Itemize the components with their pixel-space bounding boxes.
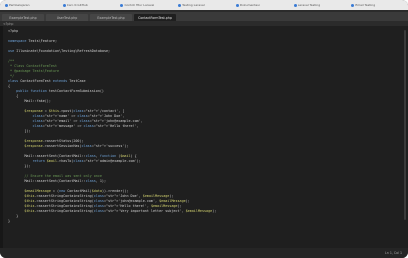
code-line: use Illuminate\Foundation\Testing\Refres…: [8, 49, 111, 53]
editor-tab[interactable]: ExampleTest.php: [2, 14, 44, 21]
tab-favicon-icon: [235, 3, 239, 7]
code-line: namespace Tests\Feature;: [8, 39, 57, 43]
browser-tab[interactable]: Contoh fitur Laravel: [118, 2, 174, 9]
code-line: $this->assertStringContainsString(class=…: [24, 209, 217, 213]
code-line: class="str">'email' => class="str">'john…: [32, 119, 143, 123]
editor-tab[interactable]: ExampleTest.php: [90, 14, 132, 21]
code-line: /**: [8, 59, 15, 63]
tab-favicon-icon: [5, 3, 8, 7]
line-gutter: [0, 26, 3, 248]
browser-tab[interactable]: Dokumentasi: [234, 2, 290, 9]
browser-tab-strip: Pembelajaran Cari di GitHub Contoh fitur…: [0, 0, 408, 10]
browser-tab[interactable]: Laravel Testing: [292, 2, 348, 9]
editor-tab-strip: ExampleTest.php UserTest.php ExampleTest…: [0, 12, 408, 21]
code-line: $response->assertSessionHas(class="str">…: [24, 144, 129, 148]
status-bar: Ln 1, Col 1: [0, 248, 408, 258]
code-line: */: [8, 74, 15, 78]
tab-favicon-icon: [351, 3, 355, 7]
vertical-scrollbar[interactable]: [404, 30, 406, 220]
code-line: $this->assertStringContainsString(class=…: [24, 194, 174, 198]
window: Pembelajaran Cari di GitHub Contoh fitur…: [0, 0, 408, 258]
code-line: // Ensure the email was sent only once: [8, 174, 102, 178]
code-line: $emailMessage = (new ContactMail($data))…: [24, 189, 129, 193]
code-line: return $mail->hasTo(class="str">'admin@e…: [32, 159, 141, 163]
code-line: }: [8, 214, 19, 218]
code-line: $this->assertStringContainsString(class=…: [24, 204, 182, 208]
cursor-position: Ln 1, Col 1: [385, 251, 402, 255]
code-line: {: [8, 94, 19, 98]
code-editor[interactable]: <?php namespace Tests\Feature; use Illumin…: [0, 26, 408, 248]
code-line: Mail::assertSent(ContactMail::class, fun…: [8, 154, 137, 158]
code-line: * @package Tests\Feature: [8, 69, 60, 73]
code-line: <?php: [8, 29, 19, 33]
browser-tab[interactable]: Email Testing: [349, 2, 405, 9]
code-line: });: [8, 164, 31, 168]
code-line: Mail::assertSent(ContactMail::class, 1);: [8, 179, 107, 183]
code-line: class="str">'message' => class="str">'He…: [32, 124, 139, 128]
code-line: Mail::fake();: [8, 99, 51, 103]
browser-tab[interactable]: Cari di GitHub: [61, 2, 117, 9]
code-line: class="str">'name' => class="str">'John …: [32, 114, 125, 118]
code-line: * Class ContactFormTest: [8, 64, 57, 68]
code-line: $response = $this->post(class="str">'/co…: [24, 109, 125, 113]
tab-favicon-icon: [120, 3, 124, 7]
code-line: }: [8, 219, 11, 223]
browser-tab[interactable]: Testing Laravel: [176, 2, 232, 9]
code-line: public function testContactFormSubmissio…: [16, 89, 104, 93]
code-line: $response->assertStatus(200);: [24, 139, 84, 143]
code-line: ]);: [8, 129, 31, 133]
editor-tab-active[interactable]: ContactFormTest.php: [134, 14, 176, 21]
tab-favicon-icon: [178, 3, 182, 7]
tab-favicon-icon: [62, 3, 66, 7]
editor-tab[interactable]: UserTest.php: [46, 14, 88, 21]
browser-tab[interactable]: Pembelajaran: [3, 2, 59, 9]
tab-favicon-icon: [293, 3, 297, 7]
code-line: class ContactFormTest extends TestCase: [8, 79, 86, 83]
code-line: $this->assertStringContainsString(class=…: [24, 199, 190, 203]
code-line: {: [8, 84, 11, 88]
